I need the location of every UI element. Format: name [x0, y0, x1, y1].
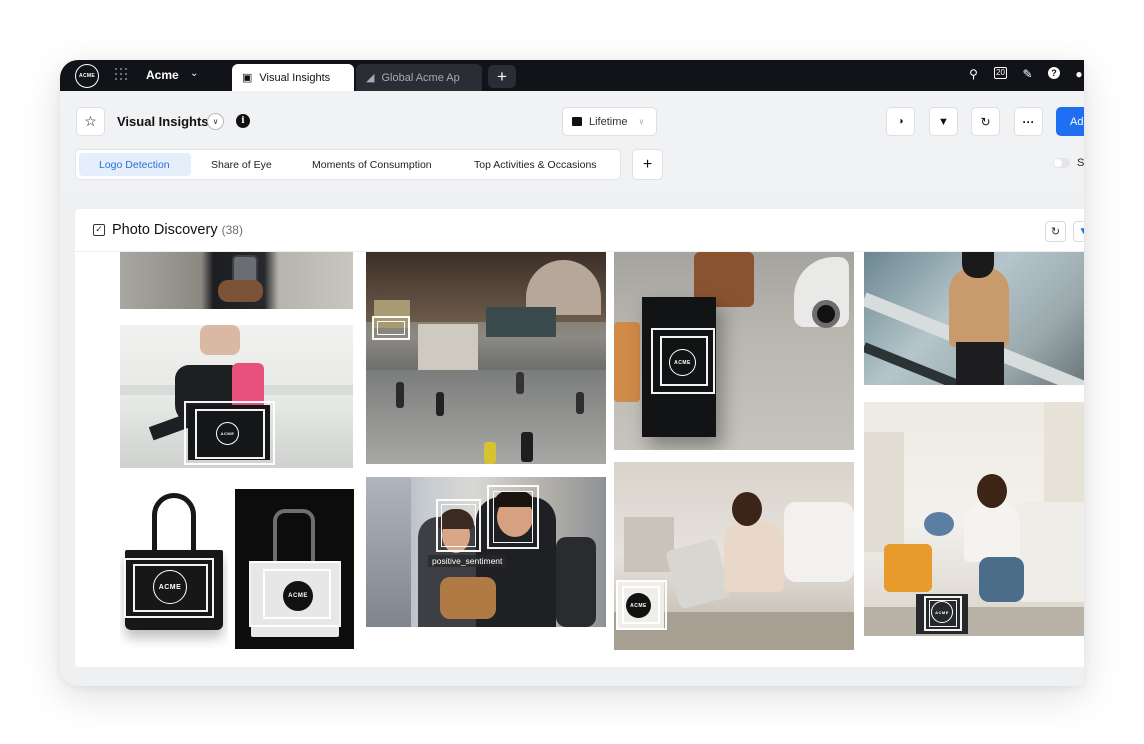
logo-bounding-box: [133, 564, 208, 612]
dashboard-tabs: Logo Detection Share of Eye Moments of C…: [75, 149, 621, 180]
filter-button[interactable]: ▼: [929, 107, 958, 136]
tab-global-acme[interactable]: ◢ Global Acme Ap: [356, 64, 482, 91]
card-refresh-button[interactable]: ↻: [1045, 221, 1066, 242]
more-options-button[interactable]: ···: [1014, 107, 1043, 136]
photo-shopping-bag-airport[interactable]: ACME: [614, 252, 854, 450]
page-title: Visual Insights: [117, 114, 209, 129]
suitcase-shape: [665, 538, 731, 610]
card-title: Photo Discovery (38): [112, 222, 243, 238]
refresh-icon: ↻: [980, 114, 991, 129]
acme-logo[interactable]: ACME: [75, 64, 99, 88]
photo-woman-living-room[interactable]: ACME: [864, 402, 1084, 636]
app-launcher-icon[interactable]: [115, 68, 129, 82]
search-icon[interactable]: ⚲: [967, 67, 980, 81]
app-window: ACME Acme ⌄ ▣ Visual Insights ◢ Global A…: [60, 60, 1084, 686]
top-navigation-bar: ACME Acme ⌄ ▣ Visual Insights ◢ Global A…: [60, 60, 1084, 91]
sentiment-tag: positive_sentiment: [428, 555, 507, 567]
star-icon: ☆: [84, 113, 97, 129]
chevron-down-icon: ∨: [638, 117, 645, 126]
yellow-suitcase: [884, 544, 932, 592]
photo-train-station-hall[interactable]: [366, 252, 606, 464]
logo-bounding-box: [929, 600, 957, 627]
sofa-shape: [784, 502, 854, 582]
tab-share-of-eye[interactable]: Share of Eye: [191, 153, 272, 176]
photo-count: (38): [221, 223, 243, 237]
handbag-shape: [440, 577, 496, 619]
tab-moments-of-consumption[interactable]: Moments of Consumption: [292, 153, 432, 176]
photo-friends-on-train[interactable]: positive_sentiment: [366, 477, 606, 627]
tab-logo-detection[interactable]: Logo Detection: [79, 153, 191, 176]
photo-black-tote-bag[interactable]: ACME: [120, 484, 228, 654]
contrast-icon: ◑: [897, 116, 904, 127]
person-shape: [949, 267, 1009, 347]
person-shape: [964, 502, 1020, 562]
photo-discovery-card: ✓ Photo Discovery (38) ↻ ▼ ACME ACME ACM…: [75, 209, 1084, 667]
refresh-button[interactable]: ↻: [971, 107, 1000, 136]
date-range-picker[interactable]: Lifetime ∨: [562, 107, 657, 136]
face-bounding-box: [493, 491, 533, 543]
card-title-text: Photo Discovery: [112, 222, 218, 238]
chevron-down-icon[interactable]: ⌄: [190, 68, 198, 79]
page-header: ☆ Visual Insights ∨ i Lifetime ∨ ◑ ▼ ↻ ·…: [60, 91, 1084, 191]
compare-button[interactable]: ◑: [886, 107, 915, 136]
tab-label: Visual Insights: [259, 71, 331, 84]
chat-icon: ▣: [242, 72, 253, 84]
workspace-switcher[interactable]: Acme: [146, 68, 179, 82]
help-icon[interactable]: ?: [1048, 67, 1060, 79]
add-tab-button[interactable]: +: [632, 149, 663, 180]
photo-phone-hands[interactable]: [120, 252, 353, 309]
megaphone-icon: ◢: [366, 72, 375, 84]
top-actions: ⚲ 20 ✎ ? ●: [967, 67, 1084, 81]
logo-bounding-box: [195, 409, 265, 459]
card-filter-button[interactable]: ▼: [1073, 221, 1084, 242]
tab-top-activities[interactable]: Top Activities & Occasions: [454, 153, 597, 176]
add-widget-button[interactable]: Ad: [1056, 107, 1084, 136]
toggle-label: S: [1077, 157, 1084, 169]
photo-traveler-pink-luggage[interactable]: ACME: [120, 325, 353, 468]
filter-icon: ▼: [938, 115, 949, 128]
photo-white-tote-bag[interactable]: ACME: [235, 489, 354, 649]
logo-bounding-box: [622, 586, 660, 624]
title-dropdown-button[interactable]: ∨: [207, 113, 224, 130]
more-icon: ···: [1022, 114, 1035, 129]
view-toggle[interactable]: [1053, 158, 1070, 168]
sofa-shape: [1014, 502, 1084, 602]
date-range-label: Lifetime: [589, 115, 628, 128]
info-icon[interactable]: i: [236, 114, 250, 128]
pencil-icon[interactable]: ✎: [1021, 67, 1034, 81]
tab-label: Global Acme Ap: [381, 71, 460, 84]
face-bounding-box: [441, 504, 476, 547]
calendar-icon: [572, 117, 582, 126]
logo-bounding-box: [660, 336, 708, 386]
filter-icon: ▼: [1078, 226, 1084, 237]
person-shape: [200, 325, 240, 355]
logo-bounding-box: [377, 321, 405, 335]
favorite-star-button[interactable]: ☆: [76, 107, 105, 136]
select-all-checkbox[interactable]: ✓: [93, 224, 105, 236]
logo-bounding-box: [263, 569, 331, 619]
hand-shape: [218, 280, 263, 302]
photo-woman-packing-suitcase[interactable]: ACME: [614, 462, 854, 650]
refresh-icon: ↻: [1050, 226, 1061, 238]
photo-escalator-traveler[interactable]: [864, 252, 1084, 385]
plus-icon: +: [642, 155, 653, 173]
calendar-icon[interactable]: 20: [994, 67, 1007, 79]
new-tab-button[interactable]: +: [488, 65, 516, 88]
bell-icon[interactable]: ●: [1074, 67, 1084, 81]
card-header: ✓ Photo Discovery (38) ↻ ▼: [75, 209, 1084, 252]
tab-visual-insights[interactable]: ▣ Visual Insights: [232, 64, 354, 91]
chevron-down-icon: ∨: [212, 117, 219, 126]
person-shape: [724, 522, 784, 592]
